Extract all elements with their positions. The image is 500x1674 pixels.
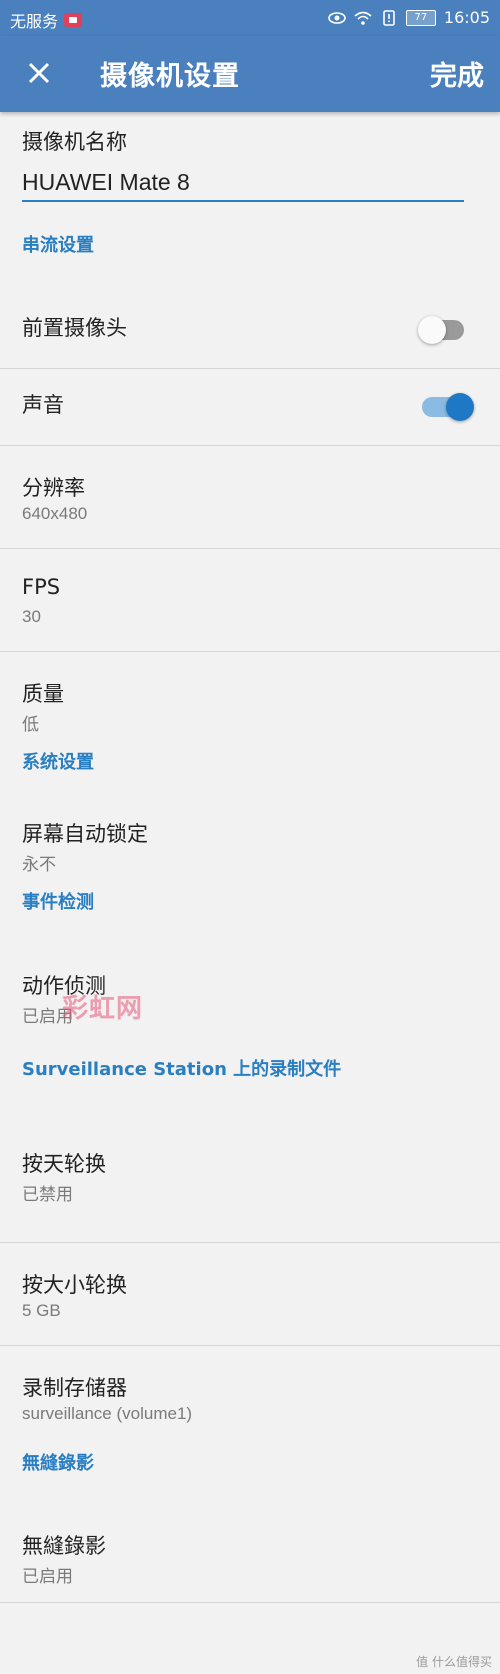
toggle-knob (418, 316, 446, 344)
row-fps[interactable]: FPS 30 (0, 549, 500, 652)
front-camera-toggle[interactable] (418, 316, 464, 344)
camera-name-input[interactable] (22, 164, 464, 202)
row-screen-lock[interactable]: 屏幕自动锁定 永不 (0, 792, 500, 892)
row-resolution[interactable]: 分辨率 640x480 (0, 446, 500, 549)
status-bar: 无服务 77 16:05 (0, 0, 500, 36)
watermark-text: 彩虹网 (62, 994, 144, 1024)
row-screen-lock-value: 永不 (22, 855, 56, 874)
row-front-camera[interactable]: 前置摄像头 (0, 292, 500, 369)
row-resolution-value: 640x480 (22, 504, 88, 523)
close-icon[interactable] (22, 56, 56, 90)
clock-text: 16:05 (443, 8, 490, 27)
page-title: 摄像机设置 (100, 61, 240, 92)
toggle-knob (446, 393, 474, 421)
row-sound[interactable]: 声音 (0, 369, 500, 446)
section-header-event: 事件检测 (22, 892, 94, 913)
done-button[interactable]: 完成 (430, 54, 484, 93)
sound-toggle[interactable] (422, 393, 474, 421)
carrier-text: 无服务 (10, 12, 59, 31)
row-seamless-value: 已启用 (22, 1567, 73, 1586)
row-storage-title: 录制存储器 (22, 1376, 127, 1400)
row-quality-title: 质量 (22, 682, 64, 706)
row-storage-value: surveillance (volume1) (22, 1404, 193, 1423)
row-front-camera-title: 前置摄像头 (22, 316, 127, 340)
sim-alert-icon (383, 9, 395, 26)
footer-brand: 值 什么值得买 (416, 1655, 492, 1669)
row-quality-value: 低 (22, 715, 39, 734)
section-header-stream: 串流设置 (22, 235, 94, 256)
row-fps-value: 30 (22, 607, 41, 626)
row-fps-title: FPS (22, 575, 61, 599)
row-sound-title: 声音 (22, 393, 64, 417)
row-rotate-size[interactable]: 按大小轮换 5 GB (0, 1243, 500, 1346)
wifi-icon (354, 11, 372, 25)
row-screen-lock-title: 屏幕自动锁定 (22, 822, 148, 846)
battery-icon: 77 (405, 9, 436, 26)
camera-name-label: 摄像机名称 (22, 130, 127, 154)
settings-list: 摄像机名称 串流设置 前置摄像头 声音 分辨率 640x480 FPS 30 质… (0, 112, 500, 1603)
row-rotate-size-title: 按大小轮换 (22, 1273, 127, 1297)
row-seamless[interactable]: 無縫錄影 已启用 (0, 1494, 500, 1603)
section-header-seamless: 無縫錄影 (22, 1453, 94, 1474)
row-quality[interactable]: 质量 低 (0, 652, 500, 748)
camera-name-block: 摄像机名称 (0, 112, 500, 222)
section-header-recording: Surveillance Station 上的录制文件 (22, 1059, 342, 1080)
eye-icon (328, 11, 346, 24)
row-seamless-title: 無縫錄影 (22, 1534, 106, 1558)
app-bar: 摄像机设置 完成 (0, 36, 500, 112)
row-rotate-day-value: 已禁用 (22, 1185, 73, 1204)
section-header-system: 系统设置 (22, 752, 94, 773)
row-rotate-day[interactable]: 按天轮换 已禁用 (0, 1102, 500, 1243)
row-resolution-title: 分辨率 (22, 476, 85, 500)
row-rotate-size-value: 5 GB (22, 1301, 61, 1320)
row-rotate-day-title: 按天轮换 (22, 1152, 106, 1176)
row-storage[interactable]: 录制存储器 surveillance (volume1) (0, 1346, 500, 1444)
screen-record-icon (64, 13, 83, 27)
